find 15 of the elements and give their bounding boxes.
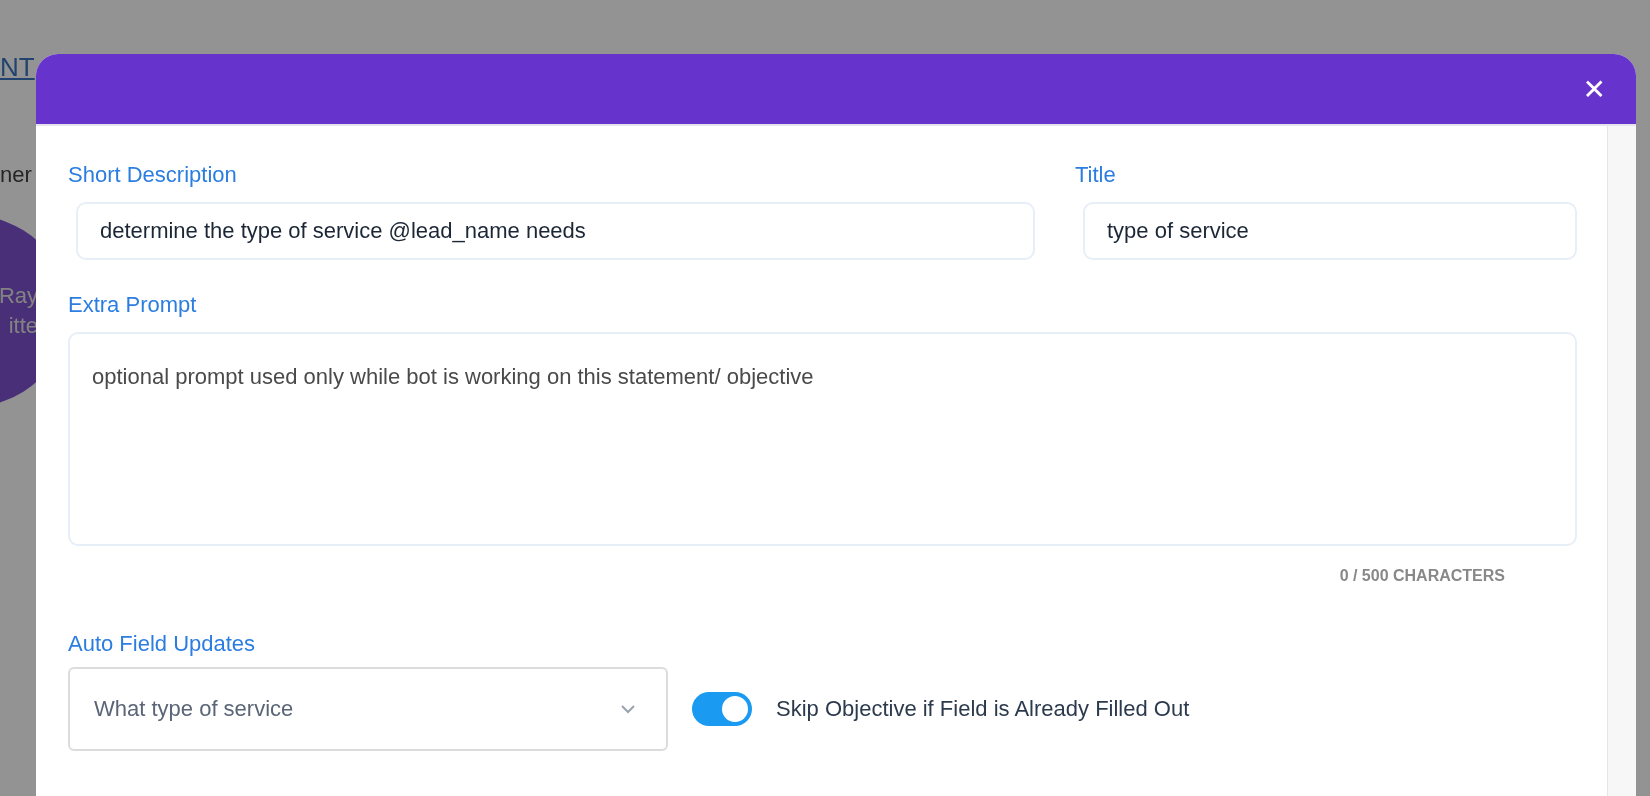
dropdown-select[interactable]: What type of service [68, 667, 668, 751]
toggle-label: Skip Objective if Field is Already Filled Out [776, 696, 1190, 722]
text-area[interactable]: optional prompt used only while bot is working on this statement/ objective [68, 332, 1577, 546]
page-text: ner [0, 162, 32, 188]
field-label: Auto Field Updates [68, 631, 256, 657]
scrollbar-track[interactable] [1607, 126, 1636, 796]
close-button[interactable]: ✕ [1578, 70, 1610, 108]
character-counter: 0 / 500 CHARACTERS [1339, 567, 1505, 585]
field-label: Extra Prompt [68, 292, 197, 318]
input-field[interactable]: determine the type of service @lead_name needs [76, 202, 1035, 260]
toggle-switch[interactable] [692, 692, 752, 726]
chevron-down-icon [620, 704, 636, 714]
field-label: Title [1075, 162, 1116, 188]
input-field[interactable]: type of service [1083, 202, 1577, 260]
field-label: Short Description [68, 162, 237, 188]
